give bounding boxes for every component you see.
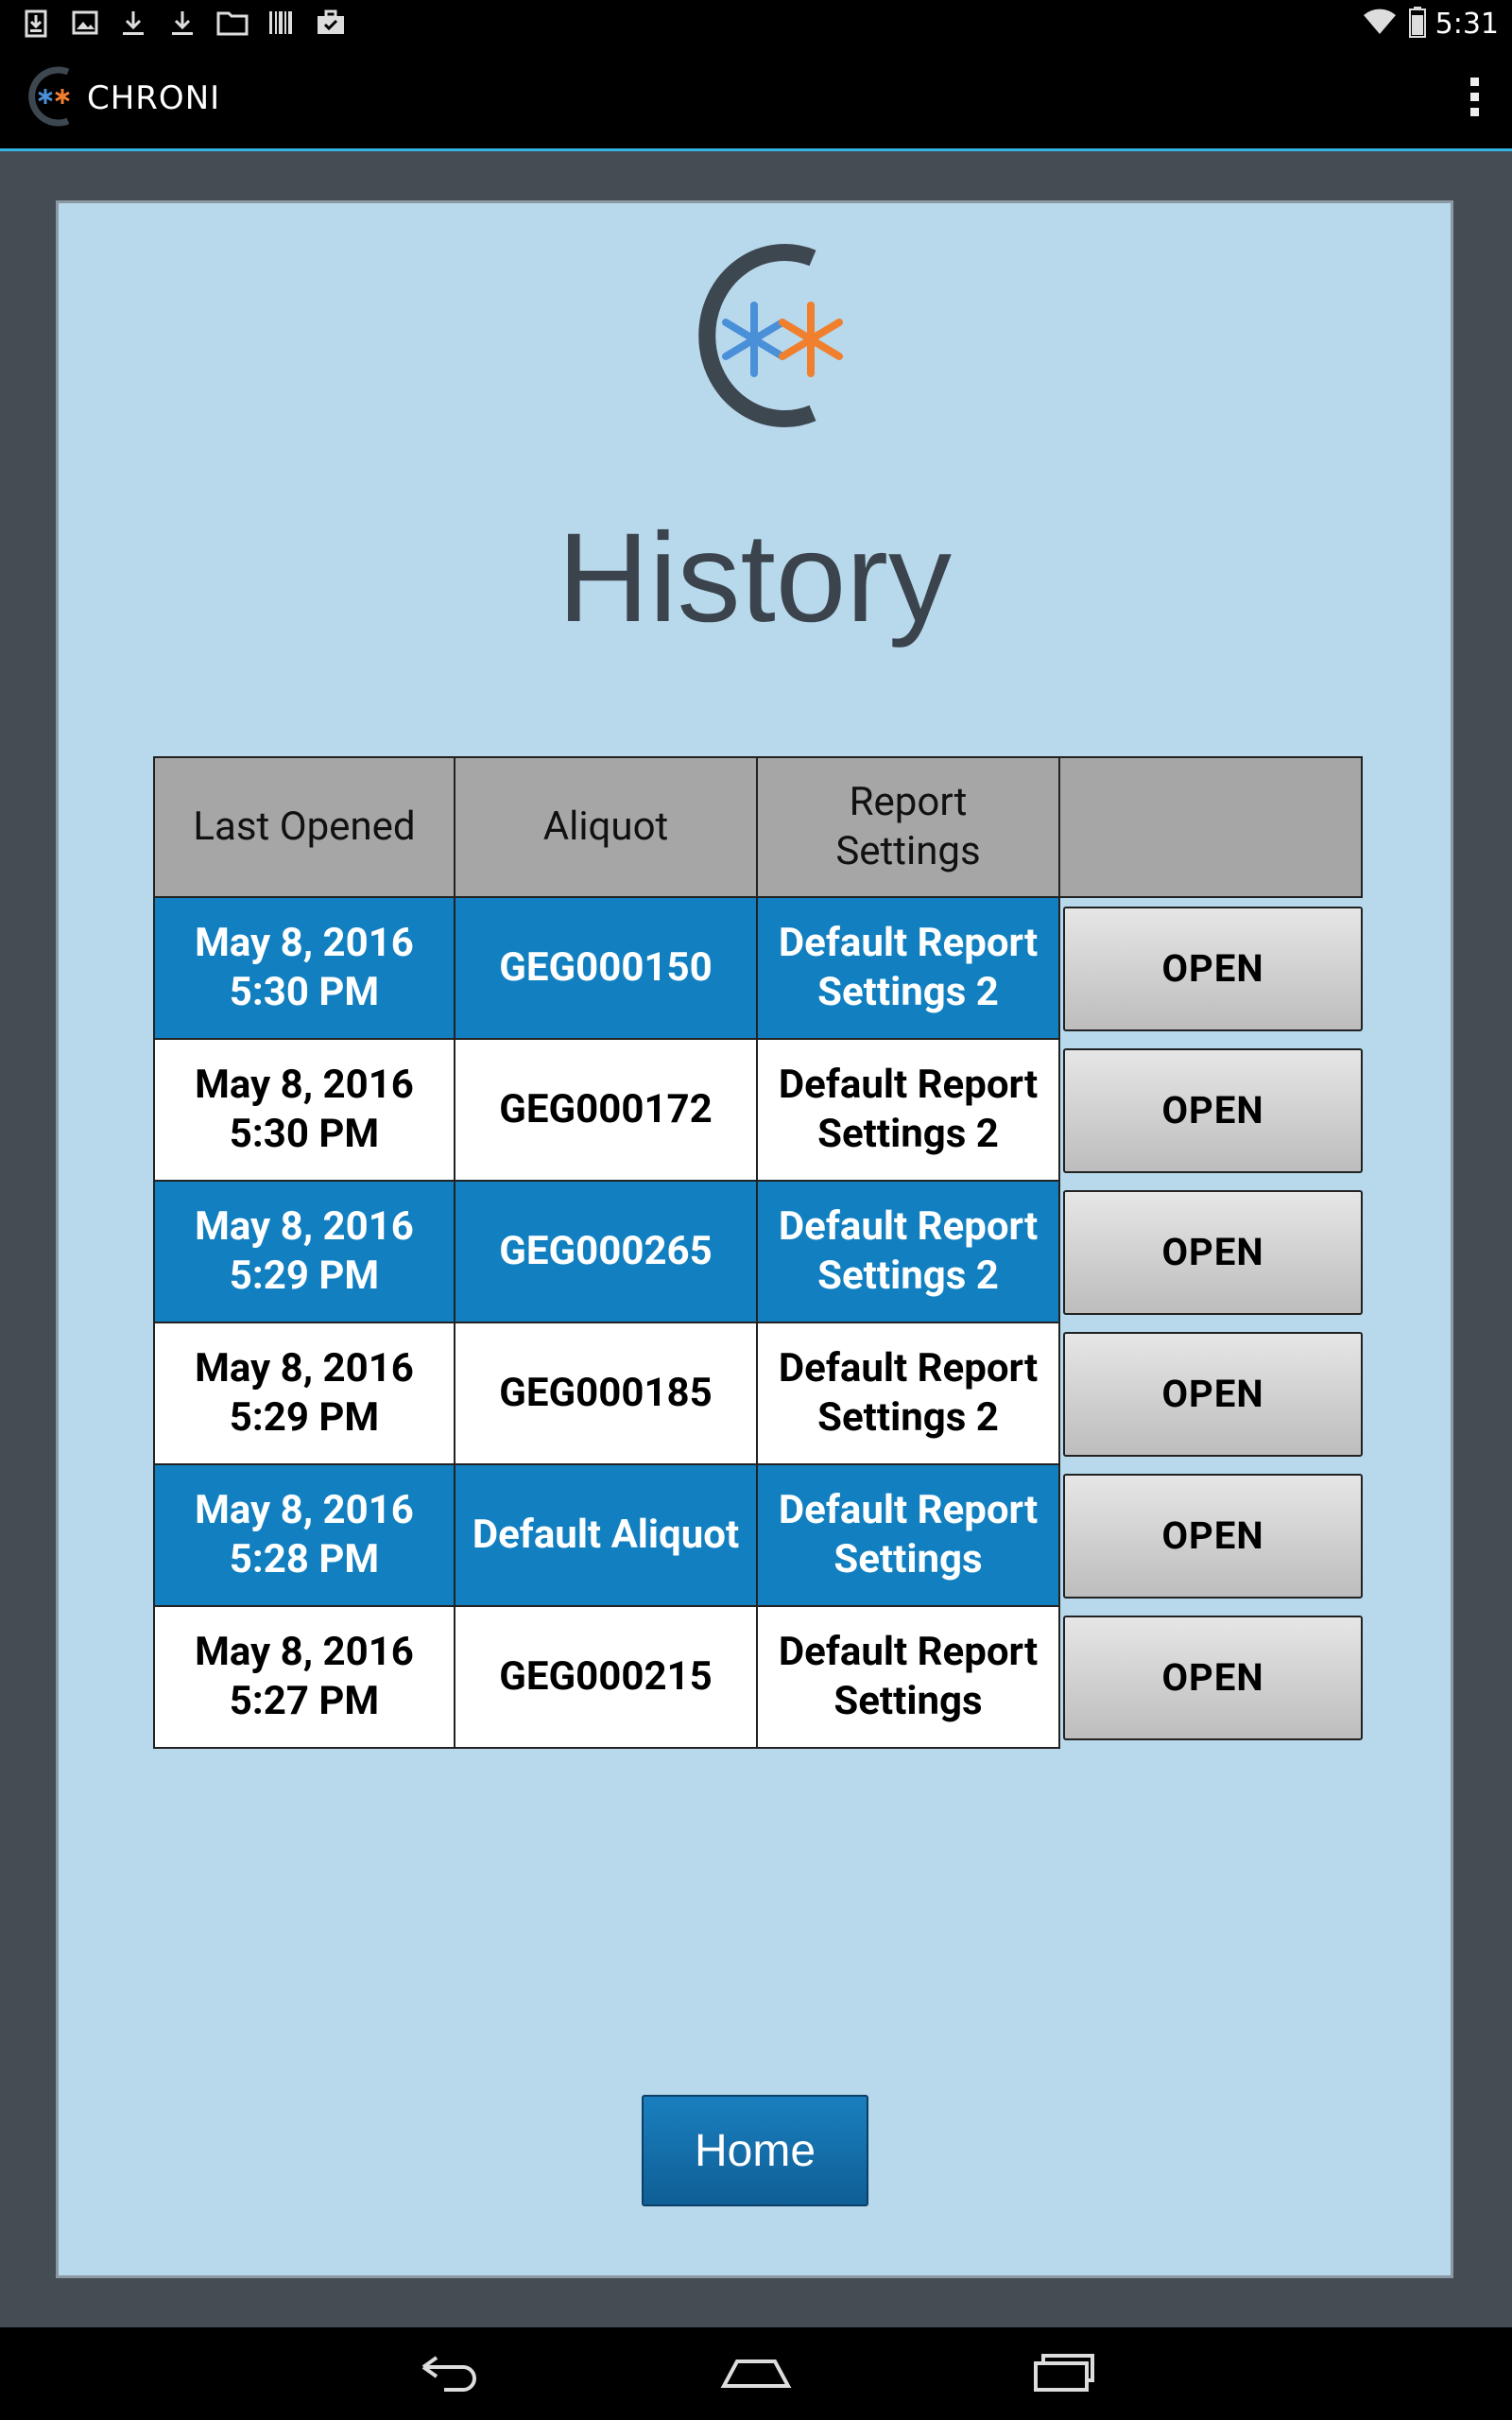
- report-settings-line2: Settings 2: [817, 969, 999, 1015]
- report-settings-line1: Default Report: [778, 1487, 1039, 1533]
- aliquot-cell: GEG000265: [455, 1182, 758, 1323]
- page-title: History: [558, 508, 952, 648]
- date-text: May 8, 2016: [195, 1487, 414, 1533]
- date-text: May 8, 2016: [195, 1345, 414, 1392]
- aliquot-cell: GEG000185: [455, 1323, 758, 1465]
- home-icon[interactable]: [720, 2348, 792, 2395]
- last-opened-cell: May 8, 2016 5:27 PM: [153, 1607, 455, 1749]
- time-text: 5:30 PM: [229, 969, 380, 1015]
- table-row: May 8, 2016 5:28 PM Default Aliquot Defau…: [153, 1465, 1363, 1607]
- report-settings-cell: Default Report Settings 2: [758, 1040, 1060, 1182]
- chroni-logo-icon: [698, 244, 843, 427]
- action-cell: OPEN: [1060, 1323, 1363, 1465]
- navigation-bar: [0, 2327, 1512, 2420]
- time-text: 5:27 PM: [229, 1678, 380, 1724]
- history-panel: History Last Opened Aliquot Report Setti…: [56, 200, 1453, 2278]
- aliquot-cell: GEG000150: [455, 898, 758, 1040]
- report-settings-cell: Default Report Settings: [758, 1607, 1060, 1749]
- action-cell: OPEN: [1060, 1607, 1363, 1749]
- aliquot-cell: Default Aliquot: [455, 1465, 758, 1607]
- report-settings-cell: Default Report Settings 2: [758, 1323, 1060, 1465]
- app-title: CHRONI: [87, 79, 221, 117]
- image-icon: [72, 10, 98, 35]
- open-button[interactable]: OPEN: [1063, 1332, 1363, 1457]
- report-settings-line1: Default Report: [778, 1629, 1039, 1675]
- back-icon[interactable]: [416, 2348, 482, 2395]
- date-text: May 8, 2016: [195, 1062, 414, 1108]
- action-cell: OPEN: [1060, 898, 1363, 1040]
- date-text: May 8, 2016: [195, 1629, 414, 1675]
- last-opened-cell: May 8, 2016 5:29 PM: [153, 1182, 455, 1323]
- table-row: May 8, 2016 5:29 PM GEG000185 Default Rep…: [153, 1323, 1363, 1465]
- report-settings-cell: Default Report Settings: [758, 1465, 1060, 1607]
- action-cell: OPEN: [1060, 1040, 1363, 1182]
- report-settings-cell: Default Report Settings 2: [758, 898, 1060, 1040]
- last-opened-cell: May 8, 2016 5:30 PM: [153, 898, 455, 1040]
- open-button[interactable]: OPEN: [1063, 1474, 1363, 1599]
- header-actions: [1060, 756, 1363, 898]
- download-icon: [123, 11, 144, 35]
- aliquot-cell: GEG000172: [455, 1040, 758, 1182]
- briefcase-check-icon: [318, 9, 344, 34]
- date-text: May 8, 2016: [195, 920, 414, 966]
- report-settings-line2: Settings: [833, 1536, 983, 1582]
- header-last-opened: Last Opened: [153, 756, 455, 898]
- history-table: Last Opened Aliquot Report Settings May …: [153, 756, 1363, 1749]
- folder-icon: [216, 11, 249, 36]
- home-button[interactable]: Home: [642, 2095, 868, 2206]
- table-row: May 8, 2016 5:29 PM GEG000265 Default Rep…: [153, 1182, 1363, 1323]
- open-button[interactable]: OPEN: [1063, 1190, 1363, 1315]
- aliquot-cell: GEG000215: [455, 1607, 758, 1749]
- header-report-settings: Report Settings: [758, 756, 1060, 898]
- barcode-icon: [269, 11, 292, 34]
- wifi-icon: [1364, 9, 1396, 34]
- open-button[interactable]: OPEN: [1063, 1616, 1363, 1740]
- table-row: May 8, 2016 5:30 PM GEG000172 Default Rep…: [153, 1040, 1363, 1182]
- table-header-row: Last Opened Aliquot Report Settings: [153, 756, 1363, 898]
- last-opened-cell: May 8, 2016 5:29 PM: [153, 1323, 455, 1465]
- time-text: 5:30 PM: [229, 1111, 380, 1157]
- time-text: 5:29 PM: [229, 1253, 380, 1299]
- report-settings-line1: Default Report: [778, 1062, 1039, 1108]
- report-settings-line2: Settings 2: [817, 1111, 999, 1157]
- download-icon: [172, 11, 193, 35]
- open-button[interactable]: OPEN: [1063, 907, 1363, 1031]
- date-text: May 8, 2016: [195, 1203, 414, 1250]
- time-text: 5:29 PM: [229, 1394, 380, 1441]
- report-settings-line1: Default Report: [778, 1203, 1039, 1250]
- status-bar: 5:31: [0, 0, 1512, 47]
- report-settings-line2: Settings 2: [817, 1253, 999, 1299]
- battery-icon: [1409, 7, 1426, 38]
- report-settings-line2: Settings 2: [817, 1394, 999, 1441]
- table-row: May 8, 2016 5:30 PM GEG000150 Default Rep…: [153, 898, 1363, 1040]
- report-settings-line2: Settings: [833, 1678, 983, 1724]
- app-logo-icon[interactable]: [25, 66, 81, 127]
- table-row: May 8, 2016 5:27 PM GEG000215 Default Rep…: [153, 1607, 1363, 1749]
- action-cell: OPEN: [1060, 1182, 1363, 1323]
- overflow-menu-icon[interactable]: [1465, 78, 1484, 125]
- header-aliquot: Aliquot: [455, 756, 758, 898]
- report-settings-cell: Default Report Settings 2: [758, 1182, 1060, 1323]
- status-time: 5:31: [1435, 8, 1499, 41]
- report-settings-line1: Default Report: [778, 920, 1039, 966]
- recent-apps-icon[interactable]: [1030, 2348, 1098, 2395]
- time-text: 5:28 PM: [229, 1536, 380, 1582]
- action-bar: CHRONI: [0, 47, 1512, 151]
- open-button[interactable]: OPEN: [1063, 1048, 1363, 1173]
- last-opened-cell: May 8, 2016 5:30 PM: [153, 1040, 455, 1182]
- action-cell: OPEN: [1060, 1465, 1363, 1607]
- download-box-icon: [25, 9, 47, 38]
- report-settings-line1: Default Report: [778, 1345, 1039, 1392]
- last-opened-cell: May 8, 2016 5:28 PM: [153, 1465, 455, 1607]
- header-report-settings-label: Report Settings: [835, 779, 981, 874]
